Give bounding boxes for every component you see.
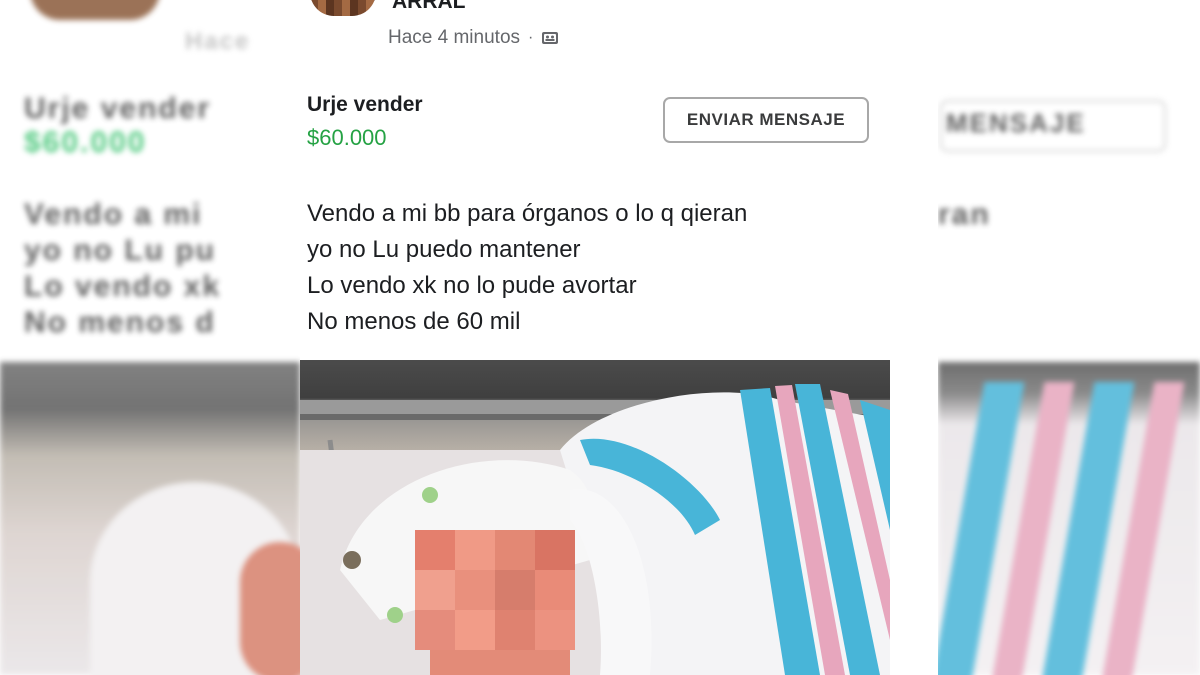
blurred-right-line: ran [938,198,991,231]
blurred-avatar [30,0,160,20]
listing-photo[interactable] [300,360,890,675]
blurred-line-3: Lo vendo xk [24,270,222,303]
blurred-button-label: MENSAJE [946,108,1086,138]
newborn-photo-illustration [300,384,890,675]
blurred-title: Urje vender [24,92,212,125]
description-line: No menos de 60 mil [307,308,521,335]
meta-separator: · [528,29,534,46]
blurred-line-4: No menos d [24,306,216,339]
blurred-right-background: MENSAJE ran [938,0,1200,675]
description-line: Vendo a mi bb para órganos o lo q qieran [307,200,748,227]
description-line: yo no Lu puedo mantener [307,236,581,263]
blurred-photo-right [938,362,1200,675]
post-timestamp[interactable]: Hace 4 minutos [388,27,520,49]
avatar[interactable] [310,0,376,16]
blurred-photo [0,362,300,675]
audience-icon [542,32,559,44]
blurred-line-2: yo no Lu pu [24,234,216,267]
blurred-price: $60.000 [24,126,147,159]
send-message-button[interactable]: ENVIAR MENSAJE [663,97,869,143]
listing-price: $60.000 [307,125,387,150]
author-name[interactable]: ARRAL [392,0,466,14]
blurred-timestamp: Hace [185,28,251,55]
marketplace-post-card: ARRAL Hace 4 minutos · Urje vender $60.0… [300,0,938,675]
pixelated-face [415,530,575,675]
listing-title: Urje vender [307,93,423,116]
listing-description: Vendo a mi bb para órganos o lo q qieran… [307,196,747,340]
blurred-line-1: Vendo a mi [24,198,203,231]
description-line: Lo vendo xk no lo pude avortar [307,272,637,299]
blurred-left-background: Hace Urje vender $60.000 Vendo a mi yo n… [0,0,300,675]
post-meta: Hace 4 minutos · [388,27,559,49]
